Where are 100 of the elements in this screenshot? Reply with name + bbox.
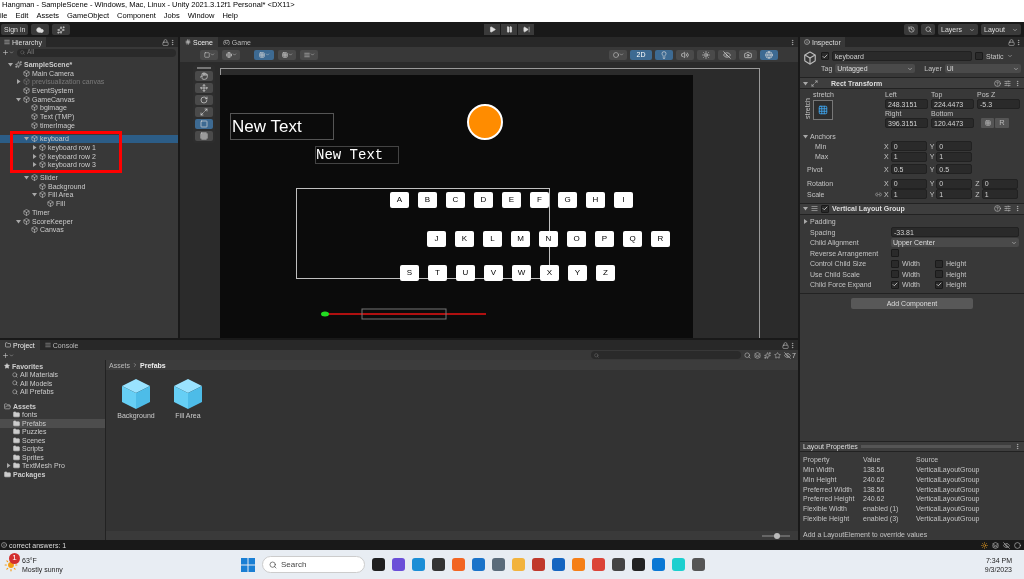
global-dropdown[interactable] (222, 49, 240, 60)
tool-button[interactable] (195, 131, 213, 141)
sliders-icon[interactable] (1004, 205, 1011, 212)
key-button[interactable]: A (390, 192, 409, 208)
expand-arrow-icon[interactable] (16, 218, 21, 224)
toggle-button[interactable] (760, 49, 778, 60)
checkbox[interactable] (821, 204, 829, 213)
key-button[interactable]: P (595, 231, 614, 247)
icon-size-slider[interactable] (774, 532, 781, 539)
step-button[interactable] (518, 24, 534, 35)
key-button[interactable]: N (539, 231, 558, 247)
collab-button[interactable] (52, 24, 71, 35)
expand-arrow-icon[interactable] (24, 136, 29, 142)
expand-arrow-icon[interactable] (32, 162, 37, 168)
key-button[interactable]: Z (596, 265, 615, 281)
toggle-button[interactable] (655, 49, 673, 60)
expand-arrow-icon[interactable] (803, 80, 808, 86)
help-icon[interactable] (994, 205, 1001, 212)
status-icon[interactable] (1014, 541, 1021, 549)
checkbox[interactable] (935, 270, 943, 279)
app-icon[interactable] (632, 558, 645, 571)
pause-button[interactable] (501, 24, 517, 35)
expand-arrow-icon[interactable] (24, 175, 29, 181)
checkbox[interactable] (821, 52, 829, 60)
tool-button[interactable] (195, 71, 213, 81)
cube-icon[interactable] (121, 378, 151, 410)
expand-arrow-icon[interactable] (32, 153, 37, 159)
cube-icon[interactable] (173, 378, 203, 410)
anchor-preset-button[interactable] (813, 100, 833, 120)
key-button[interactable]: T (428, 265, 447, 281)
expand-arrow-icon[interactable] (8, 61, 13, 67)
shading-dropdown[interactable] (609, 49, 627, 60)
app-icon[interactable] (612, 558, 625, 571)
key-button[interactable]: R (651, 231, 670, 247)
expand-arrow-icon[interactable] (32, 145, 37, 151)
toggle-button[interactable] (739, 49, 757, 60)
key-button[interactable]: O (567, 231, 586, 247)
expand-arrow-icon[interactable] (803, 133, 808, 139)
key-button[interactable]: B (418, 192, 437, 208)
key-button[interactable]: I (614, 192, 633, 208)
key-button[interactable]: U (456, 265, 475, 281)
star-icon[interactable] (774, 351, 782, 359)
add-button[interactable] (2, 351, 14, 359)
tool-dropdown[interactable] (200, 49, 218, 60)
expand-arrow-icon[interactable] (16, 96, 21, 102)
key-button[interactable]: C (446, 192, 465, 208)
blueprint-button[interactable] (981, 118, 994, 128)
add-button[interactable] (2, 49, 14, 56)
key-button[interactable]: Q (623, 231, 642, 247)
expand-arrow-icon[interactable] (803, 206, 808, 211)
cloud-button[interactable] (31, 24, 50, 35)
checkbox[interactable] (935, 259, 943, 268)
sliders-icon[interactable] (1004, 79, 1011, 87)
checkbox[interactable] (891, 249, 899, 258)
grid-dropdown[interactable] (278, 49, 296, 60)
checkbox[interactable] (891, 280, 899, 289)
key-button[interactable]: L (483, 231, 502, 247)
key-button[interactable]: Y (568, 265, 587, 281)
key-button[interactable]: D (474, 192, 493, 208)
windows-logo-icon[interactable] (241, 557, 255, 572)
lock-icon[interactable] (1008, 38, 1015, 46)
snap-dropdown[interactable] (254, 49, 274, 60)
tool-button[interactable] (195, 83, 213, 93)
key-button[interactable]: X (540, 265, 559, 281)
key-button[interactable]: F (530, 192, 549, 208)
expand-arrow-icon[interactable] (6, 463, 11, 469)
cache-icon[interactable] (992, 541, 999, 549)
tool-button[interactable] (195, 95, 213, 105)
search-button[interactable] (921, 24, 935, 35)
key-button[interactable]: E (502, 192, 521, 208)
key-button[interactable]: M (511, 231, 530, 247)
checkbox[interactable] (891, 270, 899, 279)
key-button[interactable]: G (558, 192, 577, 208)
toggle-button[interactable] (676, 49, 694, 60)
expand-arrow-icon[interactable] (803, 219, 808, 225)
app-icon[interactable] (692, 558, 705, 571)
tool-button[interactable] (195, 119, 213, 129)
key-button[interactable]: K (455, 231, 474, 247)
key-button[interactable]: J (427, 231, 446, 247)
checkbox[interactable] (975, 52, 983, 60)
history-button[interactable] (904, 24, 918, 35)
checkbox[interactable] (935, 280, 943, 289)
toggle-button[interactable] (718, 49, 736, 60)
play-button[interactable] (484, 24, 500, 35)
lock-icon[interactable] (782, 341, 789, 349)
debug-icon[interactable] (1003, 541, 1010, 549)
increment-dropdown[interactable] (300, 49, 318, 60)
search-by-type-icon[interactable] (744, 351, 752, 359)
key-button[interactable]: V (484, 265, 503, 281)
checkbox[interactable] (891, 259, 899, 268)
key-button[interactable]: W (512, 265, 531, 281)
search-field[interactable] (591, 351, 742, 359)
toggle-button[interactable] (697, 49, 715, 60)
app-icon[interactable] (372, 558, 385, 571)
expand-arrow-icon[interactable] (32, 192, 37, 198)
app-icon[interactable] (432, 558, 445, 571)
tool-button[interactable] (195, 107, 213, 117)
key-button[interactable]: H (586, 192, 605, 208)
lock-icon[interactable] (162, 38, 169, 46)
help-icon[interactable] (994, 79, 1001, 87)
